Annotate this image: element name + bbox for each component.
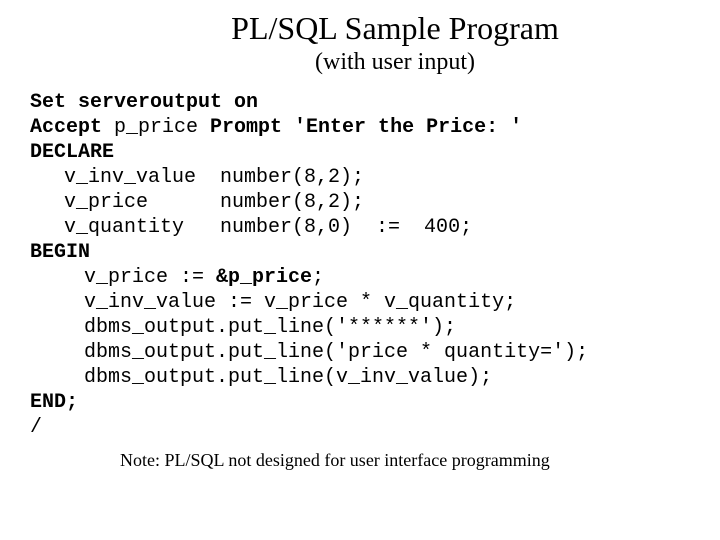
code-line-2a: Accept — [30, 116, 114, 139]
code-line-12: dbms_output.put_line(v_inv_value); — [30, 365, 492, 390]
code-line-5: v_price number(8,2); — [30, 190, 364, 215]
slide-subtitle: (with user input) — [30, 49, 700, 76]
footnote: Note: PL/SQL not designed for user inter… — [30, 450, 700, 471]
code-line-4: v_inv_value number(8,2); — [30, 165, 364, 190]
code-line-8b: &p_price — [216, 266, 312, 289]
code-line-7: BEGIN — [30, 241, 90, 264]
slide-title: PL/SQL Sample Program — [30, 10, 700, 47]
code-block: Set serveroutput on Accept p_price Promp… — [30, 90, 700, 440]
code-line-1: Set serveroutput on — [30, 91, 258, 114]
code-line-2c: Prompt 'Enter the Price: ' — [198, 116, 522, 139]
code-line-11: dbms_output.put_line('price * quantity='… — [30, 340, 588, 365]
code-line-3: DECLARE — [30, 141, 114, 164]
code-line-10: dbms_output.put_line('******'); — [30, 315, 456, 340]
code-line-6: v_quantity number(8,0) := 400; — [30, 215, 472, 240]
slide: PL/SQL Sample Program (with user input) … — [0, 0, 720, 471]
code-line-14: / — [30, 416, 42, 439]
code-line-13: END; — [30, 391, 78, 414]
code-line-9: v_inv_value := v_price * v_quantity; — [30, 290, 516, 315]
code-line-8a: v_price := — [84, 266, 216, 289]
code-line-2b: p_price — [114, 116, 198, 139]
code-line-8c: ; — [312, 266, 324, 289]
